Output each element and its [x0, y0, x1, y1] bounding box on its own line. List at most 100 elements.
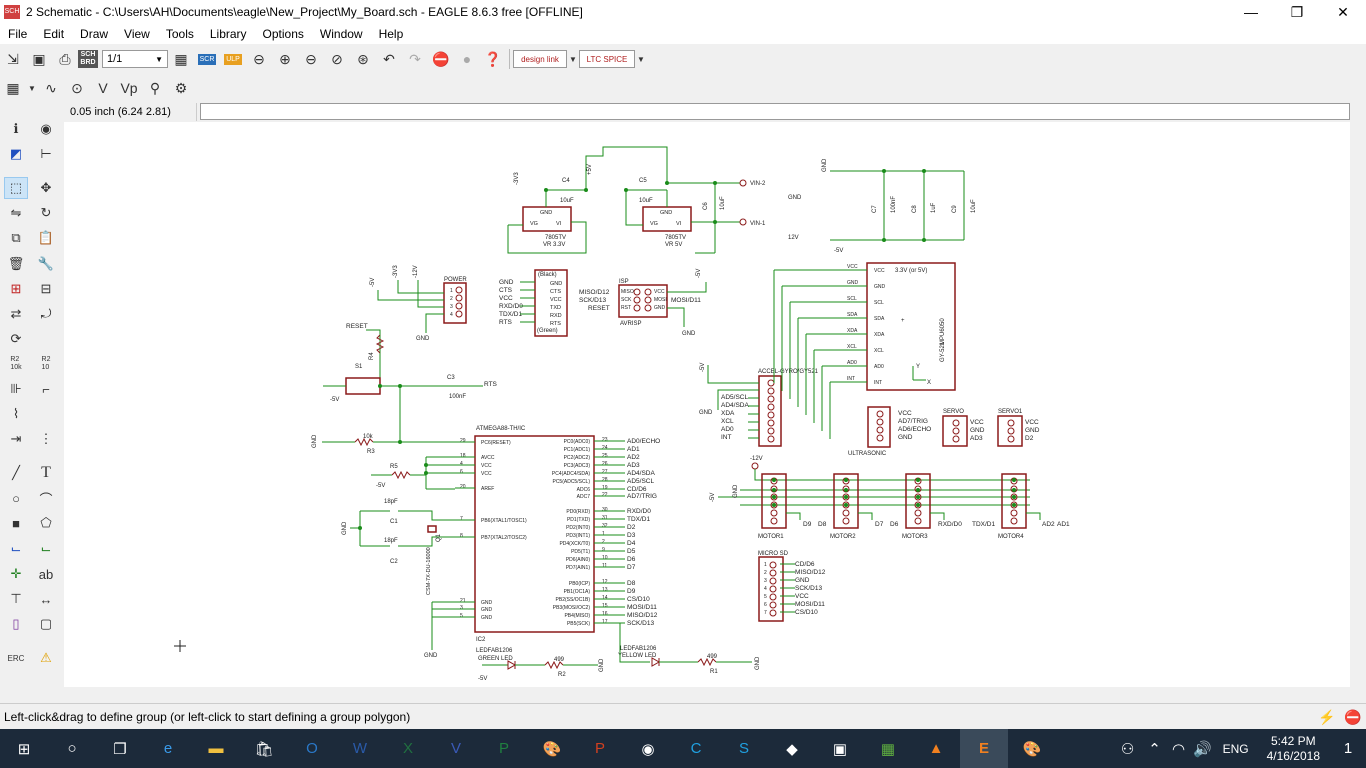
- show-eye-icon[interactable]: ◉: [34, 118, 58, 140]
- menu-tools[interactable]: Tools: [158, 27, 202, 41]
- bus-icon[interactable]: ⇥: [4, 428, 28, 450]
- menu-file[interactable]: File: [0, 27, 35, 41]
- undo-icon[interactable]: ↶: [376, 47, 402, 71]
- chrome-icon[interactable]: ◉: [624, 729, 672, 768]
- excel-icon[interactable]: X: [384, 729, 432, 768]
- link-icon[interactable]: ⚲: [142, 76, 168, 100]
- name-tool-icon[interactable]: R2 10k: [4, 353, 28, 375]
- save-icon[interactable]: ▣: [26, 47, 52, 71]
- chevron-down-icon[interactable]: ▼: [635, 47, 647, 71]
- skype-icon[interactable]: S: [720, 729, 768, 768]
- warning-icon[interactable]: ⚠: [34, 647, 58, 669]
- net-class-icon[interactable]: ⋮: [34, 428, 58, 450]
- stop-icon[interactable]: ⛔: [428, 47, 454, 71]
- line-icon[interactable]: ╱: [4, 462, 28, 484]
- restore-button[interactable]: ❐: [1274, 0, 1320, 24]
- zoom-out-icon[interactable]: ⊖: [298, 47, 324, 71]
- volume-icon[interactable]: 🔊: [1191, 729, 1215, 768]
- mirror-icon[interactable]: ⇋: [4, 202, 28, 224]
- junction-icon[interactable]: ✛: [4, 563, 28, 585]
- schematic-canvas[interactable]: GND VG VI 7805TV VR 3.3V GND VG VI 7805TV VR 5V C4…: [64, 122, 1350, 687]
- lightning-icon[interactable]: ⚡: [1314, 705, 1340, 729]
- redo-icon[interactable]: ↷: [402, 47, 428, 71]
- chevron-down-icon[interactable]: ▼: [26, 76, 38, 100]
- app-frame-icon[interactable]: ▣: [816, 729, 864, 768]
- rectangle-icon[interactable]: ■: [4, 512, 28, 534]
- dimension-icon[interactable]: ↔: [34, 588, 58, 610]
- group-select-icon[interactable]: ⬚: [4, 177, 28, 199]
- word-icon[interactable]: W: [336, 729, 384, 768]
- circle-icon[interactable]: ○: [4, 487, 28, 509]
- copy-icon[interactable]: ⧉: [4, 227, 28, 249]
- frame-icon[interactable]: ▯: [4, 613, 28, 635]
- settings-gear-icon[interactable]: ⚙: [168, 76, 194, 100]
- ltc-spice-button[interactable]: LTC SPICE: [579, 50, 635, 68]
- polygon-icon[interactable]: ⬠: [34, 512, 58, 534]
- language-indicator[interactable]: ENG: [1215, 742, 1257, 756]
- module-icon[interactable]: ▢: [34, 613, 58, 635]
- print-icon[interactable]: ⎙: [52, 47, 78, 71]
- menu-library[interactable]: Library: [202, 27, 255, 41]
- param-value-icon[interactable]: Vp: [116, 76, 142, 100]
- store-icon[interactable]: 🛍: [240, 729, 288, 768]
- eagle-taskbar-icon[interactable]: E: [960, 729, 1008, 768]
- powerpoint-icon[interactable]: P: [576, 729, 624, 768]
- ulp-button[interactable]: ULP: [220, 47, 246, 71]
- clock[interactable]: 5:42 PM 4/16/2018: [1257, 734, 1330, 764]
- open-icon[interactable]: ⇲: [0, 47, 26, 71]
- schematic-drawing[interactable]: GNDVG VI7805TVVR 3.3VGNDVG VI7805TVVR 5VC4…: [64, 122, 1350, 687]
- go-icon[interactable]: ●: [454, 47, 480, 71]
- menu-view[interactable]: View: [116, 27, 158, 41]
- search-icon[interactable]: ○: [48, 729, 96, 768]
- grid-icon[interactable]: ▦: [0, 76, 26, 100]
- windows-start-icon[interactable]: ⊞: [0, 729, 48, 768]
- pinswap-icon[interactable]: ⇄: [4, 303, 28, 325]
- add-part-icon[interactable]: ⊞: [4, 278, 28, 300]
- scr-button[interactable]: SCR: [194, 47, 220, 71]
- sheets-icon[interactable]: ▦: [168, 47, 194, 71]
- stop-status-icon[interactable]: ⛔: [1340, 705, 1366, 729]
- menu-draw[interactable]: Draw: [72, 27, 116, 41]
- paint-icon[interactable]: 🎨: [528, 729, 576, 768]
- menu-options[interactable]: Options: [255, 27, 312, 41]
- wifi-icon[interactable]: ◠: [1167, 729, 1191, 768]
- cortana-c-icon[interactable]: C: [672, 729, 720, 768]
- zoom-fit-icon[interactable]: ⊖: [246, 47, 272, 71]
- replace-icon[interactable]: ⊟: [34, 278, 58, 300]
- vlc-icon[interactable]: ▲: [912, 729, 960, 768]
- visio-icon[interactable]: V: [432, 729, 480, 768]
- paste-icon[interactable]: 📋: [34, 227, 58, 249]
- zoom-in-icon[interactable]: ⊕: [272, 47, 298, 71]
- value-tool-icon[interactable]: R2 10: [34, 353, 58, 375]
- outlook-icon[interactable]: O: [288, 729, 336, 768]
- horizontal-scrollbar[interactable]: [64, 687, 1366, 703]
- mark-icon[interactable]: ⊢: [34, 143, 58, 165]
- close-button[interactable]: ✕: [1320, 0, 1366, 24]
- chevron-down-icon[interactable]: ▼: [567, 47, 579, 71]
- menu-window[interactable]: Window: [312, 27, 371, 41]
- layers-icon[interactable]: ◩: [4, 143, 28, 165]
- delete-icon[interactable]: 🗑: [4, 253, 28, 275]
- split-icon[interactable]: ⌇: [4, 403, 28, 425]
- help-icon[interactable]: ❓: [480, 47, 506, 71]
- inspect-icon[interactable]: ⊙: [64, 76, 90, 100]
- bus-draw-icon[interactable]: ⌙: [34, 538, 58, 560]
- minimize-button[interactable]: —: [1228, 0, 1274, 24]
- erc-icon[interactable]: ERC: [4, 647, 28, 669]
- wire-style-icon[interactable]: ∿: [38, 76, 64, 100]
- invoke-icon[interactable]: ⟳: [4, 328, 28, 350]
- vertical-scrollbar[interactable]: [1350, 103, 1366, 687]
- people-icon[interactable]: ⚇: [1113, 729, 1143, 768]
- attribute-icon[interactable]: ⊤: [4, 588, 28, 610]
- info-icon[interactable]: ℹ: [4, 118, 28, 140]
- menu-help[interactable]: Help: [371, 27, 412, 41]
- paint3d-icon[interactable]: 🎨: [1008, 729, 1056, 768]
- circuit-app-icon[interactable]: ▦: [864, 729, 912, 768]
- wrench-icon[interactable]: 🔧: [34, 253, 58, 275]
- text-icon[interactable]: T: [34, 462, 58, 484]
- sheet-select[interactable]: 1/1 ▼: [102, 50, 168, 68]
- gateswap-icon[interactable]: ⤾: [34, 303, 58, 325]
- menu-edit[interactable]: Edit: [35, 27, 72, 41]
- chevron-up-icon[interactable]: ⌃: [1143, 729, 1167, 768]
- value-icon[interactable]: V: [90, 76, 116, 100]
